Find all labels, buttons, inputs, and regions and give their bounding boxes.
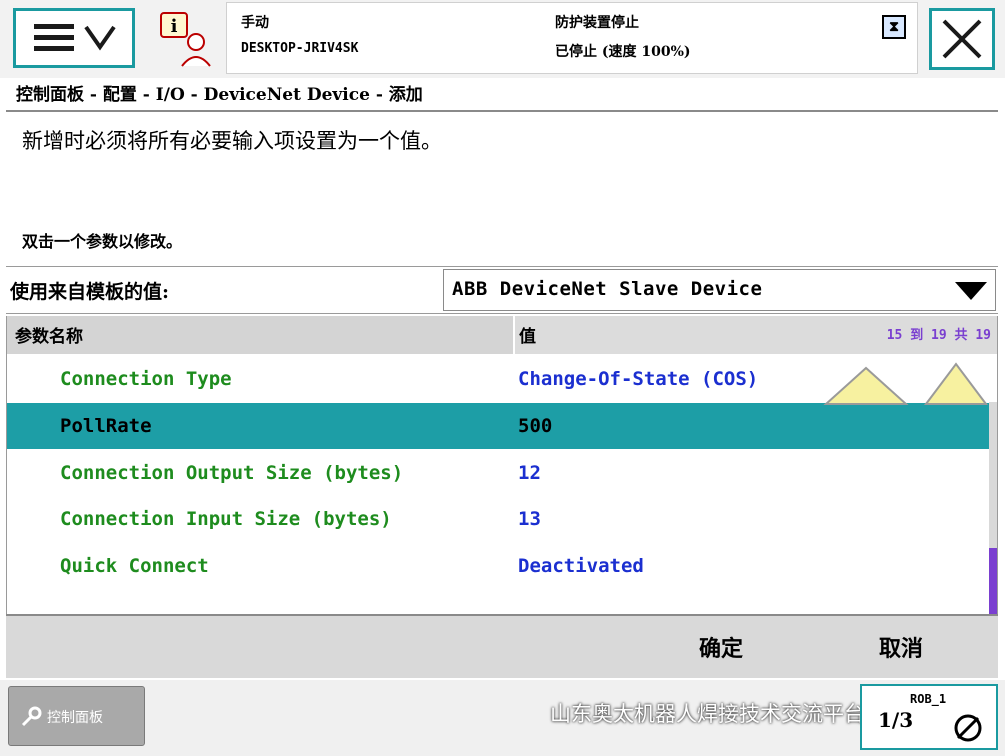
wrench-icon: [21, 706, 42, 727]
divider: [6, 110, 998, 112]
template-selected-value: ABB DeviceNet Slave Device: [452, 278, 763, 300]
guard-status: 防护装置停止: [555, 15, 639, 31]
info-user-icon[interactable]: i: [158, 10, 216, 68]
param-name: Quick Connect: [60, 555, 209, 577]
param-value: 13: [518, 508, 541, 530]
action-bar: 确定 取消: [6, 614, 998, 678]
template-dropdown[interactable]: ABB DeviceNet Slave Device: [443, 269, 996, 311]
control-panel-task[interactable]: 控制面板: [8, 686, 145, 746]
param-name: PollRate: [60, 415, 152, 437]
param-name: Connection Output Size (bytes): [60, 462, 404, 484]
column-header-name: 参数名称: [7, 316, 515, 354]
parameter-table: 参数名称 值 15 到 19 共 19 Connection Type Chan…: [6, 316, 998, 614]
table-row[interactable]: Quick Connect Deactivated: [7, 543, 997, 589]
cancel-button[interactable]: 取消: [826, 624, 976, 670]
ok-button[interactable]: 确定: [646, 624, 796, 670]
close-button[interactable]: [929, 8, 995, 70]
instruction-text: 新增时必须将所有必要输入项设置为一个值。: [22, 129, 442, 153]
param-value: Change-Of-State (COS): [518, 368, 759, 390]
run-state: 已停止 (速度 100%): [555, 44, 691, 60]
close-icon: [942, 19, 982, 59]
main-menu-button[interactable]: [13, 8, 135, 68]
jog-icon: [954, 714, 982, 742]
template-row: 使用来自模板的值: ABB DeviceNet Slave Device: [6, 266, 998, 314]
param-name: Connection Input Size (bytes): [60, 508, 392, 530]
param-name: Connection Type: [60, 368, 232, 390]
column-header-name-label: 参数名称: [15, 327, 83, 347]
quickset-robot-button[interactable]: ROB_1 1/3: [860, 684, 998, 750]
robot-label: ROB_1: [910, 692, 947, 706]
control-panel-task-label: 控制面板: [47, 710, 103, 726]
hamburger-chevron-icon: [34, 24, 116, 51]
scroll-up-button[interactable]: [822, 360, 992, 406]
row-range-indicator: 15 到 19 共 19: [886, 328, 991, 343]
hint-text: 双击一个参数以修改。: [22, 232, 183, 251]
hourglass-status-icon: ⧗: [882, 15, 906, 39]
scrollbar-thumb[interactable]: [989, 548, 997, 614]
top-bar: i 手动 DESKTOP-JRIV4SK 防护装置停止 已停止 (速度 100%…: [0, 0, 1005, 78]
param-value: 12: [518, 462, 541, 484]
table-row-selected[interactable]: PollRate 500: [7, 403, 997, 449]
status-panel: 手动 DESKTOP-JRIV4SK 防护装置停止 已停止 (速度 100%) …: [226, 2, 918, 74]
breadcrumb: 控制面板 - 配置 - I/O - DeviceNet Device - 添加: [16, 85, 423, 105]
triangle-down-icon: [955, 282, 987, 300]
taskbar: 控制面板 山东奥太机器人焊接技术交流平台 ROB_1 1/3: [0, 680, 1005, 756]
template-label: 使用来自模板的值:: [10, 281, 170, 303]
operating-mode: 手动: [241, 15, 269, 31]
controller-name: DESKTOP-JRIV4SK: [241, 41, 359, 56]
robot-fraction: 1/3: [878, 708, 914, 732]
triangle-up-icon: [823, 362, 988, 405]
table-row[interactable]: Connection Output Size (bytes) 12: [7, 450, 997, 496]
param-value: 500: [518, 415, 553, 437]
table-row[interactable]: Connection Input Size (bytes) 13: [7, 496, 997, 542]
table-header: 参数名称 值 15 到 19 共 19: [7, 316, 997, 354]
param-value: Deactivated: [518, 555, 644, 577]
column-header-value: 值: [519, 327, 536, 347]
watermark: 山东奥太机器人焊接技术交流平台: [550, 702, 865, 726]
svg-text:i: i: [171, 16, 178, 37]
